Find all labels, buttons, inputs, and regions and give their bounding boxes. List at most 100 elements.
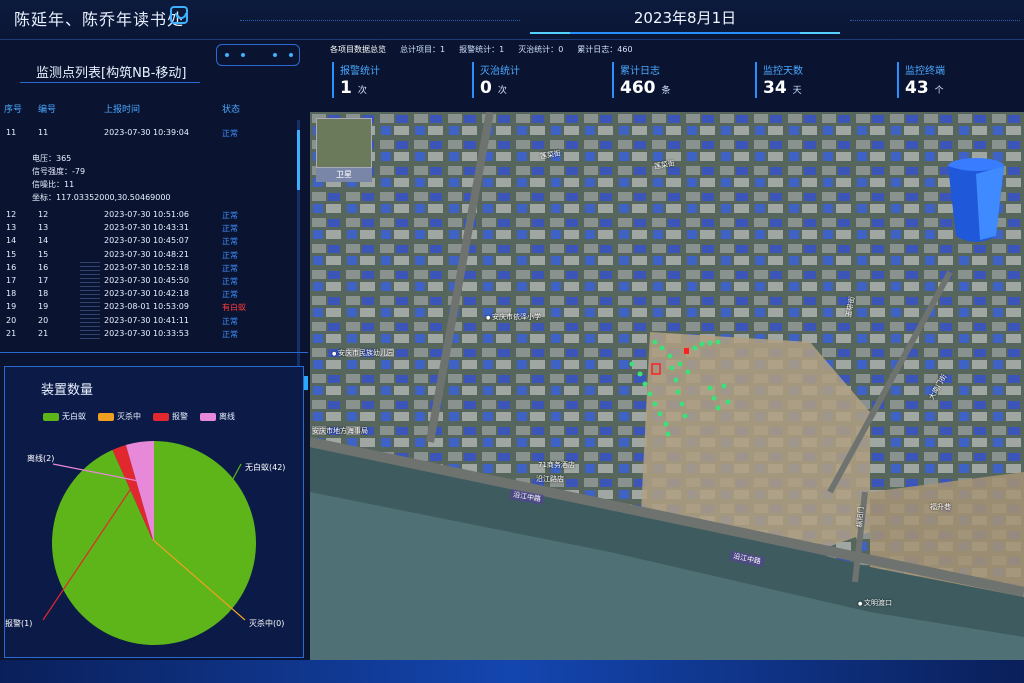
edge-browser-icon[interactable] (170, 6, 188, 24)
cell-code: 19 (38, 302, 49, 312)
detail-coords: 坐标：117.03352000,30.50469000 (32, 193, 171, 202)
table-row[interactable]: 13 13 2023-07-30 10:43:31 正常 (0, 223, 300, 234)
cell-status: 正常 (222, 250, 238, 260)
divider (850, 20, 1020, 21)
summary-item: 总计项目：1 (400, 45, 446, 54)
divider (20, 82, 200, 83)
chart-legend: 无白蚁 灭杀中 报警 离线 (43, 411, 235, 422)
cell-status: 正常 (222, 290, 238, 300)
3d-view-icon[interactable] (946, 156, 1006, 246)
satellite-map[interactable]: 卫星 莲菜街 莲菜街 安庆市依泽小学 安庆市民族幼儿园 安庆市地方海事局 71商… (310, 112, 1024, 660)
cell-code: 20 (38, 315, 49, 325)
table-row[interactable]: 17 17 2023-07-30 10:45:50 正常 (0, 276, 300, 287)
legend-swatch (43, 412, 59, 421)
table-row[interactable]: 15 15 2023-07-30 10:48:21 正常 (0, 250, 300, 261)
cell-time: 2023-07-30 10:45:07 (104, 236, 189, 246)
map-imagery (310, 112, 1024, 660)
col-time: 上报时间 (104, 105, 141, 115)
legend-item[interactable]: 无白蚁 (43, 411, 86, 422)
cell-code: 16 (38, 262, 49, 272)
stat-card-alarm: 报警统计 1次 (332, 62, 457, 98)
stats-summary: 各项目数据总览 总计项目：1 报警统计：1 灭治统计：0 累计日志：460 (330, 44, 633, 55)
map-label-school[interactable]: 安庆市依泽小学 (486, 312, 541, 322)
table-row-expanded[interactable]: 11 11 2023-07-30 10:39:04 正常 (0, 128, 300, 139)
legend-item[interactable]: 离线 (200, 411, 235, 422)
summary-label: 各项目数据总览 (330, 45, 386, 54)
cell-index: 19 (6, 302, 17, 312)
map-label-hotel[interactable]: 71商务酒店 (538, 460, 575, 470)
legend-item[interactable]: 灭杀中 (98, 411, 141, 422)
detail-snr: 信噪比：11 (32, 180, 75, 189)
table-row[interactable]: 18 18 2023-07-30 10:42:18 正常 (0, 289, 300, 300)
stat-value: 460 条 (620, 78, 671, 98)
cell-code: 21 (38, 328, 49, 338)
chart-title: 装置数量 (41, 383, 94, 398)
table-row[interactable]: 16 16 2023-07-30 10:52:18 正常 (0, 263, 300, 274)
stat-value: 34 天 (763, 78, 802, 98)
cell-code: 13 (38, 223, 49, 233)
cell-status: 正常 (222, 263, 238, 273)
cell-index: 20 (6, 315, 17, 325)
cell-code: 12 (38, 210, 49, 219)
map-type-thumbnail[interactable] (316, 118, 372, 168)
col-code: 编号 (38, 105, 57, 115)
table-header: 序号 编号 上报时间 状态 (0, 102, 300, 116)
bottom-bar (0, 660, 1024, 683)
cell-index: 16 (6, 262, 17, 272)
current-date: 2023年8月1日 (633, 9, 737, 27)
stat-label: 监控天数 (763, 66, 803, 77)
summary-item: 灭治统计：0 (518, 45, 564, 54)
cell-code: 18 (38, 289, 49, 299)
map-label-ferry[interactable]: 文明渡口 (858, 598, 892, 608)
stat-value: 0次 (480, 78, 507, 98)
legend-label: 离线 (219, 412, 235, 421)
legend-swatch (98, 412, 114, 421)
cell-index: 15 (6, 249, 17, 259)
map-label-kindergarten[interactable]: 安庆市民族幼儿园 (332, 348, 394, 358)
cell-status: 正常 (222, 329, 238, 339)
pie-label: 无白蚁(42) (245, 462, 285, 472)
cell-status: 正常 (222, 211, 238, 220)
cell-time: 2023-07-30 10:42:18 (104, 289, 189, 299)
table-row[interactable]: 12 12 2023-07-30 10:51:06 正常 (0, 210, 300, 221)
summary-item: 报警统计：1 (459, 45, 505, 54)
date-frame: 2023年8月1日 (530, 0, 840, 34)
scrollbar[interactable] (297, 120, 300, 370)
cell-code: 17 (38, 276, 49, 285)
cell-time: 2023-07-30 10:33:53 (104, 328, 189, 338)
map-label-maritime[interactable]: 安庆市地方海事局 (312, 426, 368, 436)
cell-code: 14 (38, 236, 49, 246)
cell-status: 正常 (222, 224, 238, 234)
list-title: 监测点列表[构筑NB-移动] (36, 66, 187, 81)
pie-label: 报警(1) (5, 618, 32, 628)
stat-label: 灭治统计 (480, 66, 520, 77)
satellite-button[interactable]: 卫星 (316, 168, 372, 182)
cell-status: 有白蚁 (222, 303, 246, 313)
col-index: 序号 (4, 105, 23, 115)
stat-label: 监控终端 (905, 66, 945, 77)
cell-status: 正常 (222, 277, 238, 286)
table-row[interactable]: 21 21 2023-07-30 10:33:53 正常 (0, 329, 300, 340)
divider (0, 352, 308, 353)
row-details: 电压：365 信号强度：-79 信噪比：11 坐标：117.03352000,3… (32, 152, 171, 204)
cell-time: 2023-07-30 10:43:31 (104, 223, 189, 233)
legend-swatch (153, 412, 169, 421)
detail-signal: 信号强度：-79 (32, 167, 86, 176)
cell-index: 12 (6, 210, 17, 219)
scrollbar-thumb[interactable] (297, 130, 300, 190)
summary-item: 累计日志：460 (577, 45, 633, 54)
cell-code: 15 (38, 249, 49, 259)
cell-index: 18 (6, 289, 17, 299)
col-status: 状态 (222, 105, 241, 115)
stat-card-treatment: 灭治统计 0次 (472, 62, 597, 98)
app-title: 陈延年、陈乔年读书处 (14, 10, 185, 29)
cell-time: 2023-07-30 10:52:18 (104, 262, 189, 272)
table-row[interactable]: 14 14 2023-07-30 10:45:07 正常 (0, 236, 300, 247)
table-row[interactable]: 19 19 2023-08-01 10:53:09 有白蚁 (0, 302, 300, 313)
map-label-hotel-branch[interactable]: 沿江路店 (536, 474, 564, 484)
cell-time: 2023-08-01 10:53:09 (104, 302, 189, 312)
legend-item[interactable]: 报警 (153, 411, 188, 422)
cell-index: 14 (6, 236, 17, 246)
table-row[interactable]: 20 20 2023-07-30 10:41:11 正常 (0, 316, 300, 327)
device-pie-chart: 无白蚁(42) 灭杀中(0) 报警(1) 离线(2) (5, 441, 285, 645)
